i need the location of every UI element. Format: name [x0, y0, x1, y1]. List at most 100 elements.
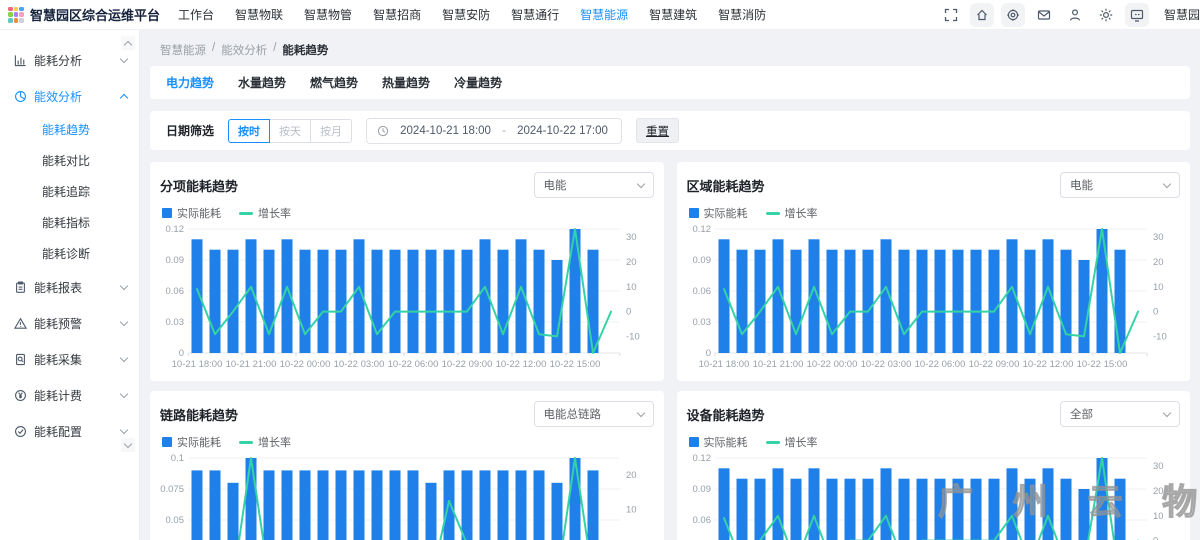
- sidebar-item-energy-collect[interactable]: 能耗采集: [0, 341, 139, 377]
- breadcrumb-item[interactable]: 能效分析: [221, 42, 267, 58]
- svg-text:10-22 15:00: 10-22 15:00: [1076, 359, 1127, 370]
- sidebar-item-energy-config[interactable]: 能耗配置: [0, 413, 139, 449]
- nav-item-building[interactable]: 智慧建筑: [649, 6, 697, 23]
- content: 智慧能源 / 能效分析 / 能耗趋势 电力趋势 水量趋势 燃气趋势 热量趋势 冷…: [140, 30, 1200, 540]
- breadcrumb: 智慧能源 / 能效分析 / 能耗趋势: [150, 30, 1190, 58]
- svg-text:-10: -10: [1153, 331, 1167, 342]
- chart-legend: 实际能耗 增长率: [689, 205, 1181, 221]
- svg-text:20: 20: [626, 470, 637, 481]
- svg-text:0.075: 0.075: [160, 484, 184, 495]
- svg-text:0.12: 0.12: [692, 453, 711, 464]
- clipboard-icon: [14, 281, 27, 294]
- sidebar-item-label: 能耗诊断: [42, 245, 90, 262]
- sidebar-item-label: 能耗指标: [42, 214, 90, 231]
- tab-water-trend[interactable]: 水量趋势: [238, 74, 286, 91]
- sidebar-scroll-down-icon[interactable]: [121, 438, 135, 452]
- svg-text:20: 20: [1153, 486, 1164, 497]
- topbar-account-label[interactable]: 智慧园: [1164, 6, 1200, 23]
- mail-icon[interactable]: [1032, 3, 1056, 27]
- svg-text:10-22 09:00: 10-22 09:00: [442, 359, 493, 370]
- sidebar-item-energy-diagnosis[interactable]: 能耗诊断: [0, 238, 139, 269]
- nav-item-workbench[interactable]: 工作台: [178, 6, 214, 23]
- user-icon[interactable]: [1063, 3, 1087, 27]
- panel-device-energy-trend: 设备能耗趋势 全部 实际能耗 增长率 00.030.060.090.12-100…: [677, 391, 1191, 540]
- gear-icon[interactable]: [1094, 3, 1118, 27]
- energy-type-select[interactable]: 电能: [534, 172, 654, 198]
- panel-title: 分项能耗趋势: [160, 176, 238, 195]
- legend-growth-rate[interactable]: 增长率: [239, 434, 291, 450]
- svg-text:10-21 21:00: 10-21 21:00: [752, 359, 803, 370]
- sidebar-item-energy-analysis[interactable]: 能耗分析: [0, 42, 139, 78]
- svg-text:10-22 06:00: 10-22 06:00: [914, 359, 965, 370]
- monitor-icon[interactable]: [1125, 3, 1149, 27]
- tab-heat-trend[interactable]: 热量趋势: [382, 74, 430, 91]
- energy-type-select[interactable]: 电能: [1060, 172, 1180, 198]
- nav-item-fire[interactable]: 智慧消防: [718, 6, 766, 23]
- bar-chart-icon: [14, 54, 27, 67]
- chevron-down-icon: [636, 408, 644, 416]
- chevron-down-icon: [1163, 179, 1171, 187]
- tab-gas-trend[interactable]: 燃气趋势: [310, 74, 358, 91]
- bar-swatch: [689, 437, 699, 447]
- breadcrumb-item[interactable]: 智慧能源: [160, 42, 206, 58]
- sidebar-item-energy-kpi[interactable]: 能耗指标: [0, 207, 139, 238]
- date-start-value[interactable]: 2024-10-21 18:00: [397, 125, 494, 137]
- nav-item-security[interactable]: 智慧安防: [442, 6, 490, 23]
- sidebar-item-energy-billing[interactable]: 能耗计费: [0, 377, 139, 413]
- tab-electricity-trend[interactable]: 电力趋势: [166, 74, 214, 91]
- sidebar-item-label: 能耗计费: [34, 387, 121, 404]
- nav-item-leasing[interactable]: 智慧招商: [373, 6, 421, 23]
- nav-item-iot[interactable]: 智慧物联: [235, 6, 283, 23]
- sidebar-item-energy-alert[interactable]: 能耗预警: [0, 305, 139, 341]
- panel-subitem-energy-trend: 分项能耗趋势 电能 实际能耗 增长率 00.030.060.090.12-100…: [150, 162, 664, 381]
- mode-by-hour-button[interactable]: 按时: [228, 119, 270, 143]
- tab-cooling-trend[interactable]: 冷量趋势: [454, 74, 502, 91]
- nav-item-property[interactable]: 智慧物管: [304, 6, 352, 23]
- fullscreen-icon[interactable]: [939, 3, 963, 27]
- date-filter-label: 日期筛选: [166, 122, 214, 139]
- sidebar-scroll-up-icon[interactable]: [121, 36, 135, 50]
- legend-actual-energy[interactable]: 实际能耗: [162, 205, 221, 221]
- clock-icon: [377, 125, 389, 137]
- mode-by-day-button[interactable]: 按天: [269, 119, 311, 143]
- legend-actual-energy[interactable]: 实际能耗: [689, 434, 748, 450]
- legend-actual-energy[interactable]: 实际能耗: [689, 205, 748, 221]
- panel-title: 设备能耗趋势: [687, 405, 765, 424]
- bar-line-chart: 00.030.060.090.12-10010203010-21 18:0010…: [687, 452, 1179, 540]
- mode-by-month-button[interactable]: 按月: [310, 119, 352, 143]
- svg-text:0.1: 0.1: [171, 453, 184, 464]
- legend-growth-rate[interactable]: 增长率: [239, 205, 291, 221]
- settings-badge-icon[interactable]: [1001, 3, 1025, 27]
- svg-text:0: 0: [626, 307, 631, 318]
- chevron-down-icon: [120, 353, 128, 361]
- sidebar-item-energy-compare[interactable]: 能耗对比: [0, 145, 139, 176]
- line-swatch: [766, 212, 780, 215]
- sidebar-item-energy-trend[interactable]: 能耗趋势: [0, 114, 139, 145]
- topbar: 智慧园区综合运维平台 工作台 智慧物联 智慧物管 智慧招商 智慧安防 智慧通行 …: [0, 0, 1200, 30]
- bar-swatch: [162, 437, 172, 447]
- sidebar-item-label: 能耗预警: [34, 315, 121, 332]
- sidebar-item-efficiency-analysis[interactable]: 能效分析: [0, 78, 139, 114]
- sidebar-item-energy-report[interactable]: 能耗报表: [0, 269, 139, 305]
- device-select[interactable]: 全部: [1060, 401, 1180, 427]
- legend-growth-rate[interactable]: 增长率: [766, 205, 818, 221]
- date-end-value[interactable]: 2024-10-22 17:00: [514, 125, 611, 137]
- date-range-picker[interactable]: 2024-10-21 18:00 - 2024-10-22 17:00: [366, 118, 622, 144]
- legend-actual-energy[interactable]: 实际能耗: [162, 434, 221, 450]
- app-title: 智慧园区综合运维平台: [30, 5, 160, 24]
- svg-text:10-21 18:00: 10-21 18:00: [172, 359, 223, 370]
- reset-button[interactable]: 重置: [636, 118, 679, 143]
- sidebar-item-energy-trace[interactable]: 能耗追踪: [0, 176, 139, 207]
- sidebar-item-label: 能耗对比: [42, 152, 90, 169]
- home-icon[interactable]: [970, 3, 994, 27]
- svg-text:10-22 09:00: 10-22 09:00: [968, 359, 1019, 370]
- chevron-up-icon: [120, 93, 128, 101]
- svg-text:0.03: 0.03: [692, 317, 711, 328]
- nav-item-energy[interactable]: 智慧能源: [580, 6, 628, 23]
- svg-text:10-21 21:00: 10-21 21:00: [226, 359, 277, 370]
- nav-item-access[interactable]: 智慧通行: [511, 6, 559, 23]
- svg-text:30: 30: [626, 232, 637, 243]
- legend-growth-rate[interactable]: 增长率: [766, 434, 818, 450]
- link-select[interactable]: 电能总链路: [534, 401, 654, 427]
- app-logo-icon: [8, 7, 24, 23]
